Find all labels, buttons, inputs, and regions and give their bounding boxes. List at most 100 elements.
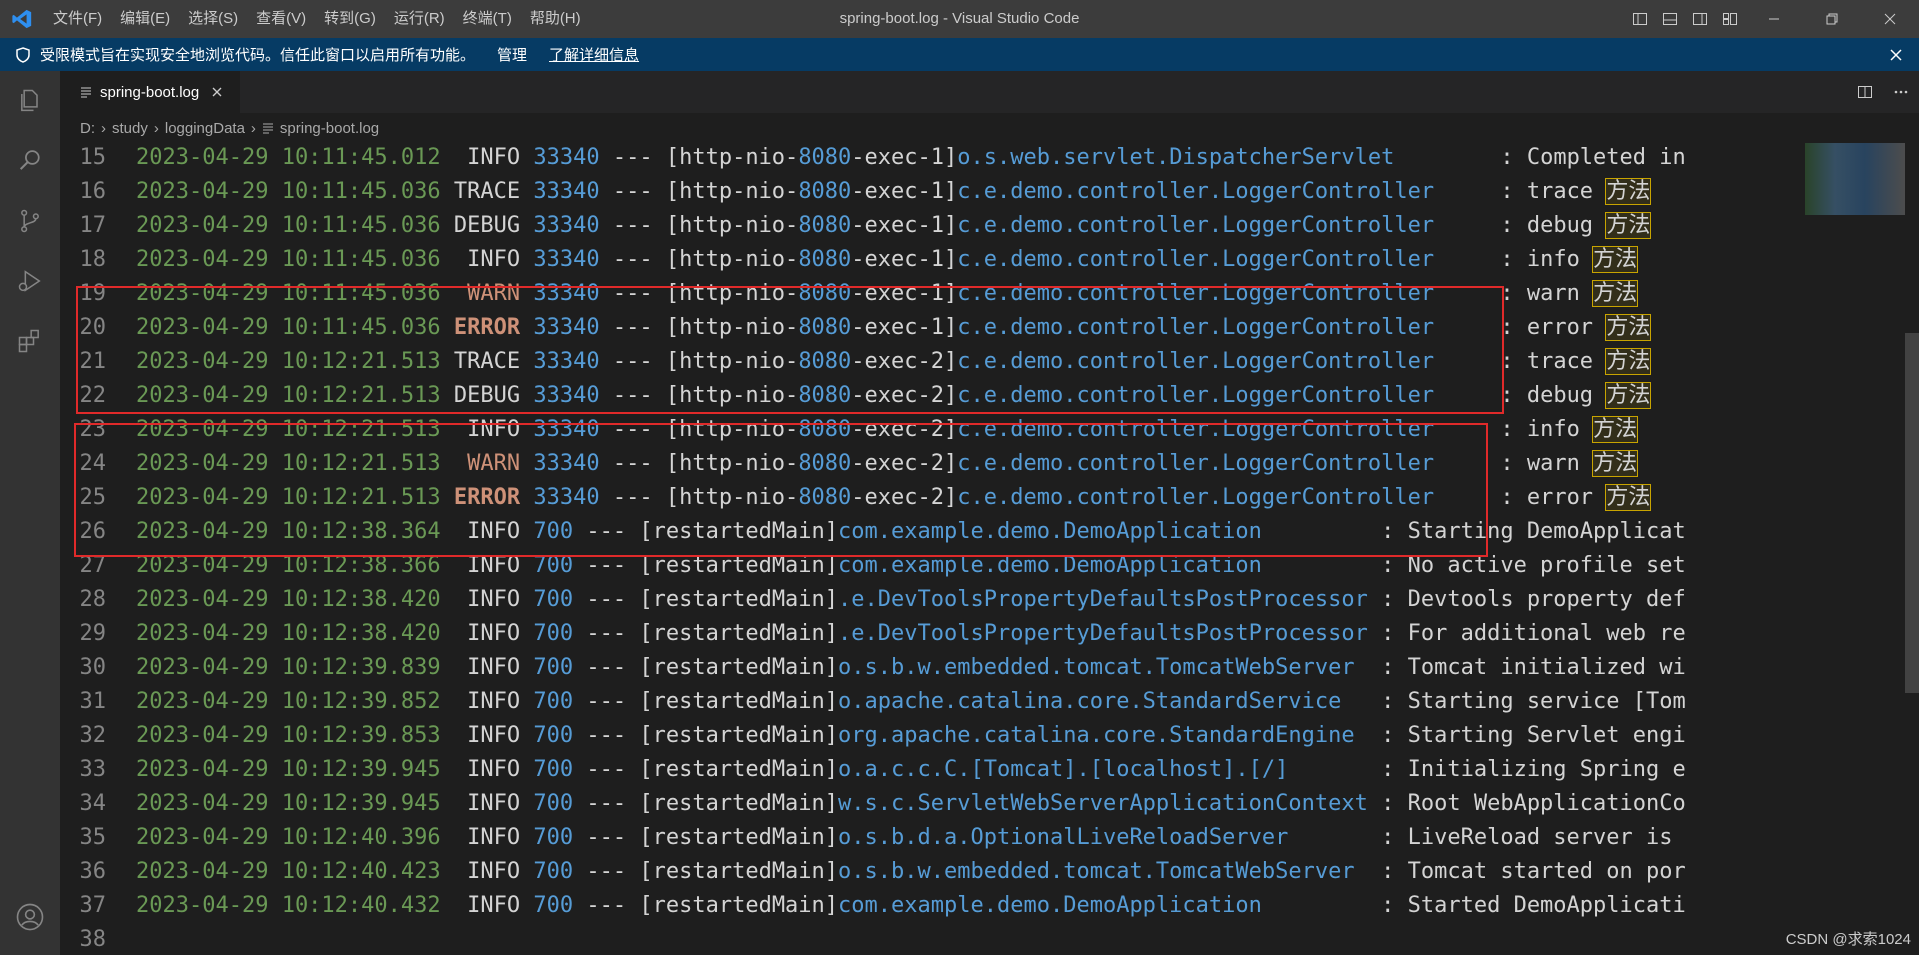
manage-link[interactable]: 管理 xyxy=(497,44,527,65)
log-message: Tomcat initialized wi xyxy=(1407,655,1686,680)
code-line[interactable]: 25 2023-04-29 10:12:21.513 ERROR 33340 --… xyxy=(60,481,1780,515)
menu-run[interactable]: 运行(R) xyxy=(385,0,454,38)
search-icon[interactable] xyxy=(0,131,60,191)
code-line[interactable]: 21 2023-04-29 10:12:21.513 TRACE 33340 --… xyxy=(60,345,1780,379)
log-thread-number: 8080 xyxy=(798,417,852,442)
log-colon: : xyxy=(1487,281,1527,306)
log-separator: --- [ xyxy=(599,179,680,204)
toggle-sidebar-icon[interactable] xyxy=(1625,0,1655,38)
log-level: INFO xyxy=(453,791,521,816)
code-line[interactable]: 31 2023-04-29 10:12:39.852 INFO 700 --- [… xyxy=(60,685,1780,719)
line-number: 31 xyxy=(79,689,107,714)
toggle-secondary-sidebar-icon[interactable] xyxy=(1685,0,1715,38)
code-line[interactable]: 32 2023-04-29 10:12:39.853 INFO 700 --- [… xyxy=(60,719,1780,753)
code-line[interactable]: 29 2023-04-29 10:12:38.420 INFO 700 --- [… xyxy=(60,617,1780,651)
code-line[interactable]: 27 2023-04-29 10:12:38.366 INFO 700 --- [… xyxy=(60,549,1780,583)
breadcrumb-folder-loggingdata[interactable]: loggingData xyxy=(165,120,245,137)
breadcrumb-file[interactable]: spring-boot.log xyxy=(280,120,379,137)
code-line[interactable]: 26 2023-04-29 10:12:38.364 INFO 700 --- [… xyxy=(60,515,1780,549)
code-line[interactable]: 35 2023-04-29 10:12:40.396 INFO 700 --- [… xyxy=(60,821,1780,855)
line-number: 35 xyxy=(79,825,107,850)
log-thread-suffix: -exec-2] xyxy=(851,451,958,476)
toggle-panel-icon[interactable] xyxy=(1655,0,1685,38)
menu-edit[interactable]: 编辑(E) xyxy=(111,0,179,38)
account-icon[interactable] xyxy=(0,887,60,947)
banner-close-icon[interactable] xyxy=(1889,38,1903,71)
source-control-icon[interactable] xyxy=(0,191,60,251)
code-line[interactable]: 28 2023-04-29 10:12:38.420 INFO 700 --- [… xyxy=(60,583,1780,617)
log-message: Started DemoApplicati xyxy=(1407,893,1686,918)
run-debug-icon[interactable] xyxy=(0,251,60,311)
code-text: 2023-04-29 10:12:38.420 INFO 700 --- [re… xyxy=(136,617,1746,651)
line-number: 22 xyxy=(79,383,107,408)
close-window-button[interactable] xyxy=(1861,0,1919,38)
log-date: 2023-04-29 10:12:21.513 xyxy=(136,383,441,408)
split-editor-icon[interactable] xyxy=(1847,71,1883,113)
breadcrumb-drive[interactable]: D: xyxy=(80,120,95,137)
code-text: 2023-04-29 10:12:38.364 INFO 700 --- [re… xyxy=(136,515,1746,549)
log-thread: restartedMain xyxy=(652,655,825,680)
code-line[interactable]: 20 2023-04-29 10:11:45.036 ERROR 33340 --… xyxy=(60,311,1780,345)
minimize-button[interactable] xyxy=(1745,0,1803,38)
chevron-right-icon: › xyxy=(153,119,159,137)
log-thread-suffix: ] xyxy=(824,621,839,646)
code-line[interactable]: 36 2023-04-29 10:12:40.423 INFO 700 --- [… xyxy=(60,855,1780,889)
customize-layout-icon[interactable] xyxy=(1715,0,1745,38)
code-line[interactable]: 18 2023-04-29 10:11:45.036 INFO 33340 ---… xyxy=(60,243,1780,277)
log-thread: http-nio- xyxy=(679,349,799,374)
close-icon[interactable] xyxy=(211,86,223,98)
line-number: 36 xyxy=(79,859,107,884)
code-line[interactable]: 16 2023-04-29 10:11:45.036 TRACE 33340 --… xyxy=(60,175,1780,209)
menu-file[interactable]: 文件(F) xyxy=(44,0,111,38)
code-line[interactable]: 33 2023-04-29 10:12:39.945 INFO 700 --- [… xyxy=(60,753,1780,787)
log-separator: --- [ xyxy=(573,825,653,850)
log-level: TRACE xyxy=(453,349,521,374)
code-text: 2023-04-29 10:11:45.036 WARN 33340 --- [… xyxy=(136,277,1746,311)
log-pid: 33340 xyxy=(533,417,600,442)
code-line[interactable]: 24 2023-04-29 10:12:21.513 WARN 33340 ---… xyxy=(60,447,1780,481)
tab-spring-boot-log[interactable]: spring-boot.log xyxy=(60,71,240,113)
minimap[interactable] xyxy=(1805,143,1905,215)
log-thread-suffix: ] xyxy=(824,859,839,884)
extensions-icon[interactable] xyxy=(0,311,60,371)
menu-selection[interactable]: 选择(S) xyxy=(179,0,247,38)
explorer-icon[interactable] xyxy=(0,71,60,131)
log-date: 2023-04-29 10:12:38.366 xyxy=(136,553,441,578)
code-line[interactable]: 37 2023-04-29 10:12:40.432 INFO 700 --- [… xyxy=(60,889,1780,923)
more-actions-icon[interactable] xyxy=(1883,71,1919,113)
code-line[interactable]: 34 2023-04-29 10:12:39.945 INFO 700 --- [… xyxy=(60,787,1780,821)
log-date: 2023-04-29 10:12:21.513 xyxy=(136,485,441,510)
line-number: 38 xyxy=(79,927,107,952)
line-number: 18 xyxy=(79,247,107,272)
code-line[interactable]: 15 2023-04-29 10:11:45.012 INFO 33340 ---… xyxy=(60,143,1780,175)
code-line[interactable]: 38 xyxy=(60,923,1780,955)
code-line[interactable]: 30 2023-04-29 10:12:39.839 INFO 700 --- [… xyxy=(60,651,1780,685)
log-separator: --- [ xyxy=(599,247,680,272)
log-colon: : xyxy=(1367,723,1408,748)
menu-go[interactable]: 转到(G) xyxy=(315,0,385,38)
editor[interactable]: 15 2023-04-29 10:11:45.012 INFO 33340 ---… xyxy=(60,143,1919,955)
code-line[interactable]: 17 2023-04-29 10:11:45.036 DEBUG 33340 --… xyxy=(60,209,1780,243)
menu-help[interactable]: 帮助(H) xyxy=(521,0,590,38)
log-colon: : xyxy=(1367,621,1408,646)
menu-view[interactable]: 查看(V) xyxy=(247,0,315,38)
restore-button[interactable] xyxy=(1803,0,1861,38)
code-line[interactable]: 23 2023-04-29 10:12:21.513 INFO 33340 ---… xyxy=(60,413,1780,447)
menu-terminal[interactable]: 终端(T) xyxy=(454,0,521,38)
log-logger: c.e.demo.controller.LoggerController xyxy=(957,349,1488,374)
title-bar: 文件(F) 编辑(E) 选择(S) 查看(V) 转到(G) 运行(R) 终端(T… xyxy=(0,0,1919,38)
log-thread: http-nio- xyxy=(679,451,799,476)
breadcrumb-folder-study[interactable]: study xyxy=(112,120,148,137)
learn-more-link[interactable]: 了解详细信息 xyxy=(549,44,639,65)
log-message-cjk: 方法 xyxy=(1605,484,1652,511)
log-pid: 33340 xyxy=(533,485,600,510)
log-message-cjk: 方法 xyxy=(1605,178,1652,205)
code-line[interactable]: 19 2023-04-29 10:11:45.036 WARN 33340 ---… xyxy=(60,277,1780,311)
menu-bar: 文件(F) 编辑(E) 选择(S) 查看(V) 转到(G) 运行(R) 终端(T… xyxy=(44,0,590,38)
code-line[interactable]: 22 2023-04-29 10:12:21.513 DEBUG 33340 --… xyxy=(60,379,1780,413)
vertical-scrollbar[interactable] xyxy=(1905,333,1919,693)
log-thread: http-nio- xyxy=(679,145,799,170)
log-logger: c.e.demo.controller.LoggerController xyxy=(957,485,1488,510)
code-text: 2023-04-29 10:12:40.432 INFO 700 --- [re… xyxy=(136,889,1746,923)
log-level: WARN xyxy=(453,281,521,306)
